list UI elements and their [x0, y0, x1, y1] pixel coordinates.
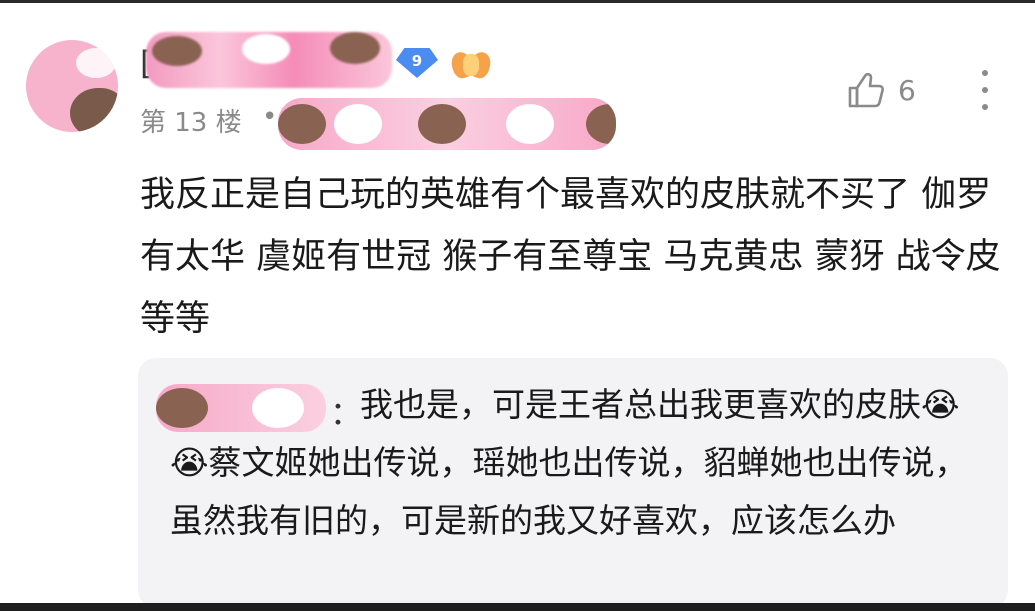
more-vertical-icon[interactable]	[970, 66, 1000, 114]
thumbs-up-icon	[848, 72, 884, 108]
meta-separator: •	[262, 102, 278, 132]
diamond-level-icon: 9	[396, 48, 442, 78]
avatar[interactable]	[26, 40, 118, 132]
comment-card: [ 9 第 13 楼 • 6 我反正是自己玩的英雄有个最喜欢的皮肤就不买了 伽罗…	[0, 0, 1035, 608]
username-redacted[interactable]	[146, 32, 392, 88]
floor-label: 第 13 楼	[140, 108, 242, 138]
like-count: 6	[898, 73, 916, 107]
bottom-border	[0, 603, 1035, 611]
like-button[interactable]: 6	[846, 68, 936, 112]
reply-text: 我也是，可是王者总出我更喜欢的皮肤😭😭蔡文姬她出传说，瑶她也出传说，貂蝉她也出传…	[170, 385, 968, 540]
level-number: 9	[411, 52, 423, 70]
comment-text: 我反正是自己玩的英雄有个最喜欢的皮肤就不买了 伽罗有太华 虞姬有世冠 猴子有至尊…	[140, 175, 1001, 339]
meta-redacted	[278, 98, 616, 150]
reply-box[interactable]: ： 我也是，可是王者总出我更喜欢的皮肤😭😭蔡文姬她出传说，瑶她也出传说，貂蝉她也…	[138, 358, 1008, 608]
medal-icon	[448, 48, 494, 81]
